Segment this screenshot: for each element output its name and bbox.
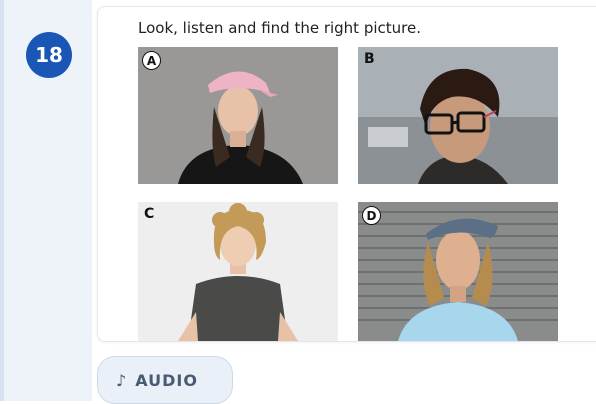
option-c-letter: C xyxy=(144,206,155,222)
boy-curly-hair-image xyxy=(138,202,338,341)
girl-pink-cap-image xyxy=(138,47,338,184)
audio-button-label: AUDIO xyxy=(135,370,198,390)
option-d-picture[interactable]: D xyxy=(358,202,558,341)
question-card: Look, listen and find the right picture.… xyxy=(97,6,596,342)
boy-glasses-image xyxy=(358,47,558,184)
option-a-letter: A xyxy=(142,51,161,70)
instruction-text: Look, listen and find the right picture. xyxy=(138,19,421,37)
option-b-letter: B xyxy=(364,51,375,67)
man-flat-cap-image xyxy=(358,202,558,341)
option-a-picture[interactable]: A xyxy=(138,47,338,184)
option-c-picture[interactable]: C xyxy=(138,202,338,341)
option-b-picture[interactable]: B xyxy=(358,47,558,184)
music-note-icon: ♪ xyxy=(116,370,128,390)
option-d-letter: D xyxy=(362,206,381,225)
question-number-badge: 18 xyxy=(26,32,72,78)
question-sidebar: 18 xyxy=(0,0,92,401)
audio-button[interactable]: ♪ AUDIO xyxy=(97,356,233,404)
